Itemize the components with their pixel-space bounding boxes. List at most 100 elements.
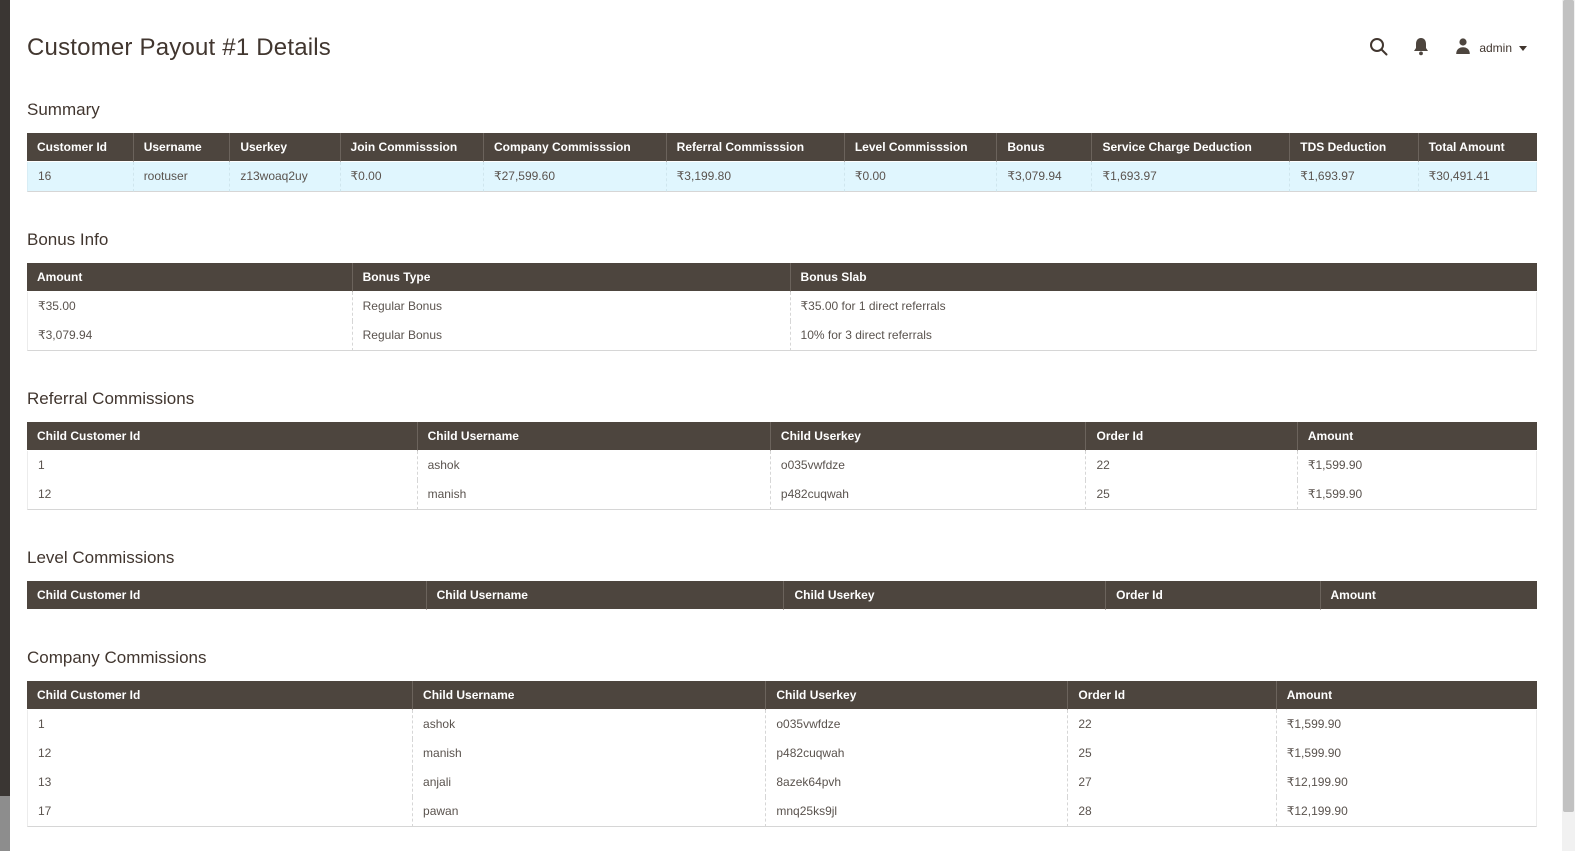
section-title-company-commissions: Company Commissions bbox=[27, 648, 207, 667]
column-header: Child Customer Id bbox=[27, 681, 413, 710]
column-header: Child Customer Id bbox=[27, 422, 417, 451]
table-cell: pawan bbox=[412, 797, 766, 827]
table-cell: 25 bbox=[1067, 739, 1276, 768]
column-header: Company Commisssion bbox=[482, 133, 666, 162]
referral-commissions-table: Child Customer Id Child Username Child U… bbox=[27, 422, 1537, 510]
search-button[interactable] bbox=[1369, 37, 1388, 59]
table-row: 16 rootuser z13woaq2uy ₹0.00 ₹27,599.60 … bbox=[27, 162, 1537, 192]
table-cell: 22 bbox=[1085, 451, 1297, 480]
summary-table: Customer Id Username Userkey Join Commis… bbox=[27, 133, 1537, 192]
table-cell: o035vwfdze bbox=[765, 710, 1068, 739]
table-cell: ashok bbox=[412, 710, 766, 739]
collapsed-sidebar[interactable] bbox=[0, 0, 10, 851]
table-cell: manish bbox=[412, 739, 766, 768]
user-name: admin bbox=[1479, 41, 1512, 55]
section-title-referral-commissions: Referral Commissions bbox=[27, 389, 195, 408]
column-header: Userkey bbox=[229, 133, 340, 162]
column-header: Customer Id bbox=[27, 133, 133, 162]
table-cell: 12 bbox=[27, 739, 413, 768]
scrollbar-thumb[interactable] bbox=[1563, 0, 1574, 812]
bell-icon bbox=[1412, 37, 1430, 59]
table-cell: 12 bbox=[27, 480, 417, 510]
column-header: Amount bbox=[27, 263, 352, 292]
column-header: TDS Deduction bbox=[1289, 133, 1418, 162]
column-header: Bonus bbox=[996, 133, 1092, 162]
table-cell: p482cuqwah bbox=[769, 480, 1086, 510]
table-cell: manish bbox=[416, 480, 770, 510]
company-commissions-table: Child Customer Id Child Username Child U… bbox=[27, 681, 1537, 827]
table-cell: ₹0.00 bbox=[339, 162, 483, 192]
table-cell: mnq25ks9jl bbox=[765, 797, 1068, 827]
table-row: ₹3,079.94 Regular Bonus 10% for 3 direct… bbox=[27, 321, 1537, 351]
table-cell: 1 bbox=[27, 710, 413, 739]
notifications-button[interactable] bbox=[1412, 37, 1430, 59]
table-cell: 28 bbox=[1067, 797, 1276, 827]
section-title-bonus-info: Bonus Info bbox=[27, 230, 109, 249]
table-row: ₹35.00 Regular Bonus ₹35.00 for 1 direct… bbox=[27, 292, 1537, 321]
table-row: 13 anjali 8azek64pvh 27 ₹12,199.90 bbox=[27, 768, 1537, 797]
table-cell: 8azek64pvh bbox=[765, 768, 1068, 797]
table-cell: 10% for 3 direct referrals bbox=[789, 321, 1537, 351]
table-cell: Regular Bonus bbox=[351, 292, 790, 321]
column-header: Child Username bbox=[425, 581, 784, 610]
column-header: Amount bbox=[1319, 581, 1537, 610]
column-header: Order Id bbox=[1085, 422, 1297, 451]
column-header: Bonus Slab bbox=[789, 263, 1537, 292]
table-cell: ₹1,693.97 bbox=[1091, 162, 1290, 192]
column-header: Level Commisssion bbox=[843, 133, 997, 162]
table-cell: ₹12,199.90 bbox=[1275, 797, 1537, 827]
table-cell: anjali bbox=[412, 768, 766, 797]
table-cell: p482cuqwah bbox=[765, 739, 1068, 768]
table-cell: z13woaq2uy bbox=[229, 162, 340, 192]
chevron-down-icon bbox=[1519, 46, 1527, 51]
column-header: Bonus Type bbox=[351, 263, 790, 292]
table-cell: rootuser bbox=[132, 162, 230, 192]
column-header: Amount bbox=[1275, 681, 1537, 710]
table-header-row: Child Customer Id Child Username Child U… bbox=[27, 422, 1537, 451]
table-row: 12 manish p482cuqwah 25 ₹1,599.90 bbox=[27, 480, 1537, 510]
table-cell: ashok bbox=[416, 451, 770, 480]
table-cell: ₹0.00 bbox=[843, 162, 997, 192]
table-cell: ₹35.00 for 1 direct referrals bbox=[789, 292, 1537, 321]
table-row: 1 ashok o035vwfdze 22 ₹1,599.90 bbox=[27, 710, 1537, 739]
table-cell: Regular Bonus bbox=[351, 321, 790, 351]
table-row: 12 manish p482cuqwah 25 ₹1,599.90 bbox=[27, 739, 1537, 768]
sidebar-track-end bbox=[0, 796, 10, 851]
table-cell: ₹3,079.94 bbox=[27, 321, 352, 351]
user-menu[interactable]: admin bbox=[1454, 37, 1527, 60]
page-header: Customer Payout #1 Details admin bbox=[27, 34, 1537, 62]
table-cell: ₹3,079.94 bbox=[996, 162, 1092, 192]
column-header: Amount bbox=[1296, 422, 1537, 451]
table-header-row: Child Customer Id Child Username Child U… bbox=[27, 581, 1537, 610]
bonus-info-table: Amount Bonus Type Bonus Slab ₹35.00 Regu… bbox=[27, 263, 1537, 351]
table-cell: ₹1,693.97 bbox=[1289, 162, 1418, 192]
table-cell: 13 bbox=[27, 768, 413, 797]
column-header: Child Username bbox=[412, 681, 766, 710]
table-cell: ₹35.00 bbox=[27, 292, 352, 321]
column-header: Child Userkey bbox=[783, 581, 1106, 610]
table-header-row: Customer Id Username Userkey Join Commis… bbox=[27, 133, 1537, 162]
column-header: Child Username bbox=[416, 422, 770, 451]
level-commissions-table: Child Customer Id Child Username Child U… bbox=[27, 581, 1537, 610]
column-header: Order Id bbox=[1105, 581, 1320, 610]
person-icon bbox=[1454, 37, 1472, 60]
table-cell: 1 bbox=[27, 451, 417, 480]
column-header: Child Userkey bbox=[769, 422, 1086, 451]
table-cell: ₹30,491.41 bbox=[1417, 162, 1537, 192]
table-cell: 16 bbox=[27, 162, 133, 192]
table-cell: o035vwfdze bbox=[769, 451, 1086, 480]
table-cell: ₹12,199.90 bbox=[1275, 768, 1537, 797]
search-icon bbox=[1369, 37, 1388, 59]
table-cell: ₹3,199.80 bbox=[665, 162, 844, 192]
table-cell: 27 bbox=[1067, 768, 1276, 797]
table-cell: 17 bbox=[27, 797, 413, 827]
column-header: Join Commisssion bbox=[339, 133, 483, 162]
column-header: Service Charge Deduction bbox=[1091, 133, 1290, 162]
table-row: 17 pawan mnq25ks9jl 28 ₹12,199.90 bbox=[27, 797, 1537, 827]
table-cell: ₹27,599.60 bbox=[482, 162, 666, 192]
column-header: Total Amount bbox=[1417, 133, 1537, 162]
vertical-scrollbar[interactable] bbox=[1562, 0, 1575, 851]
table-cell: ₹1,599.90 bbox=[1296, 451, 1537, 480]
column-header: Child Userkey bbox=[765, 681, 1068, 710]
table-cell: ₹1,599.90 bbox=[1296, 480, 1537, 510]
